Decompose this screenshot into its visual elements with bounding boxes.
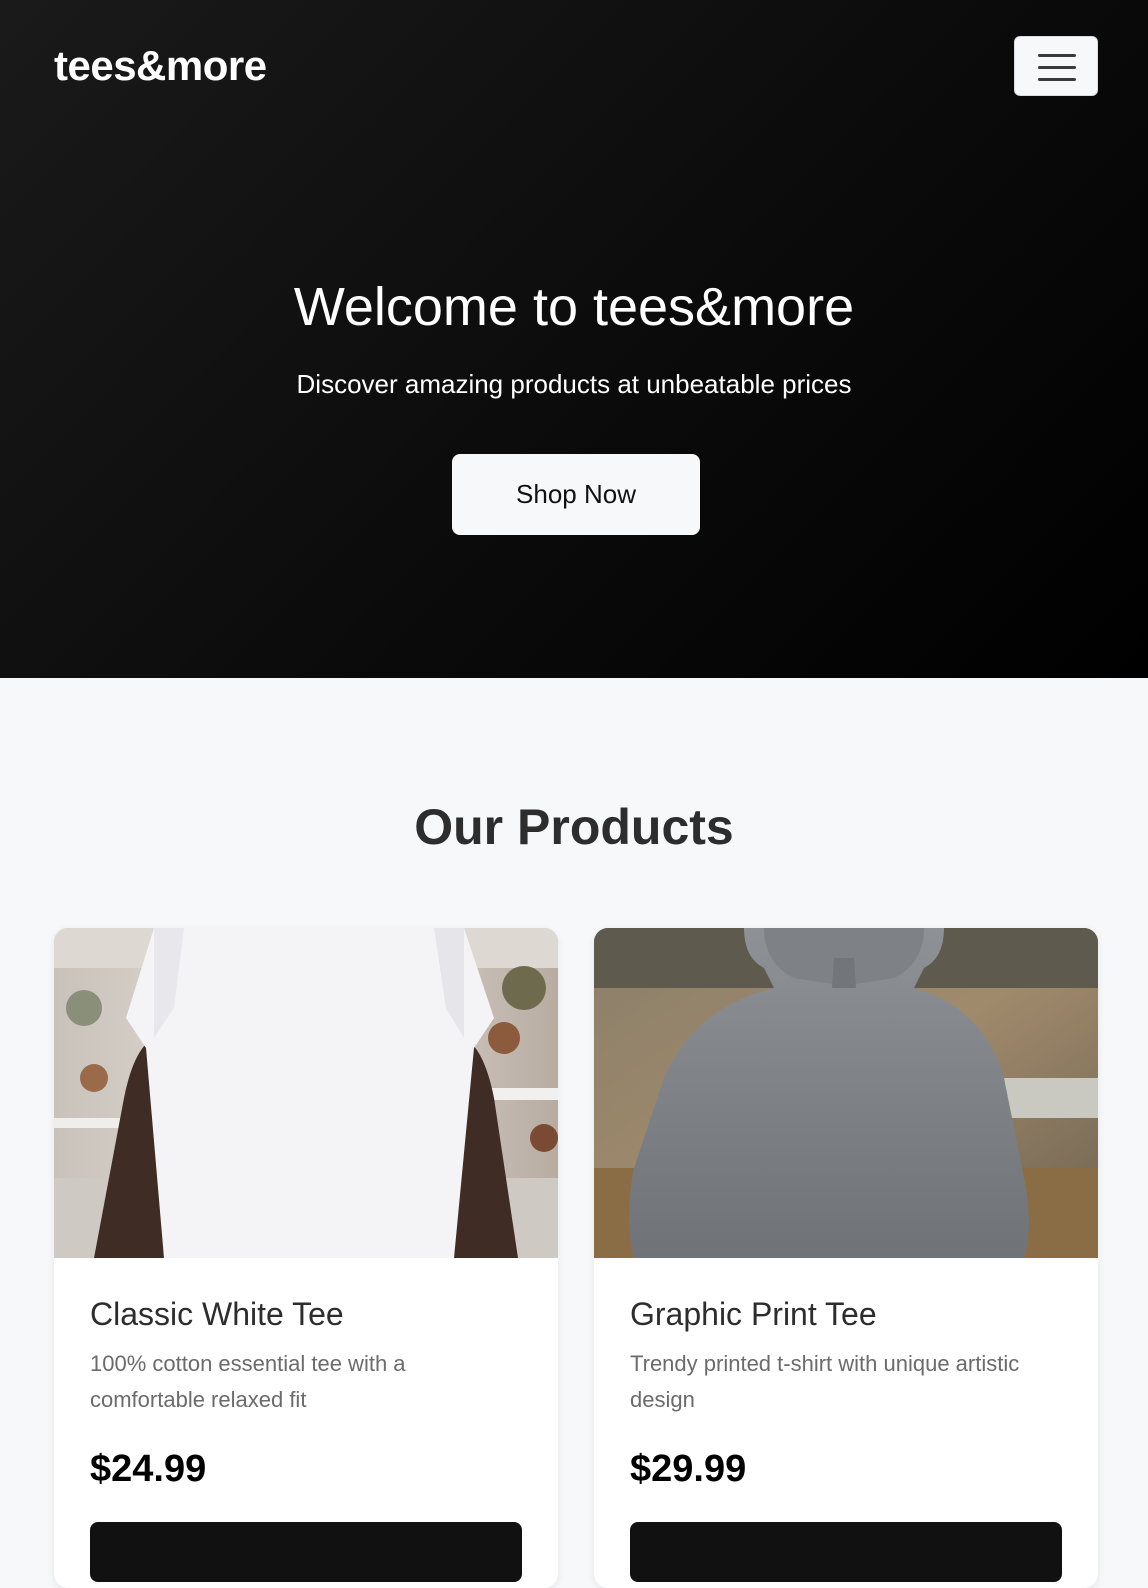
shop-now-button[interactable]: Shop Now [452, 454, 700, 535]
product-card-body: Graphic Print Tee Trendy printed t-shirt… [594, 1258, 1098, 1491]
product-image-white-tee[interactable] [54, 928, 558, 1258]
products-section: Our Products Classic White Tee 100% cott… [0, 678, 1148, 1588]
product-card[interactable]: Graphic Print Tee Trendy printed t-shirt… [594, 928, 1098, 1588]
add-to-cart-button[interactable] [90, 1522, 522, 1582]
navbar: tees&more [0, 0, 1148, 134]
hero-title: Welcome to tees&more [293, 277, 855, 337]
hero-section: tees&more Welcome to tees&more Discover … [0, 0, 1148, 678]
product-title: Classic White Tee [90, 1296, 344, 1332]
product-price: $29.99 [630, 1448, 747, 1490]
product-card-body: Classic White Tee 100% cotton essential … [54, 1258, 558, 1491]
product-title: Graphic Print Tee [630, 1296, 877, 1332]
product-card[interactable]: Classic White Tee 100% cotton essential … [54, 928, 558, 1588]
hero-subtitle: Discover amazing products at unbeatable … [296, 369, 852, 399]
section-title: Our Products [414, 799, 734, 855]
product-price: $24.99 [90, 1448, 207, 1490]
add-to-cart-button[interactable] [630, 1522, 1062, 1582]
product-description: 100% cotton essential tee with a comfort… [90, 1351, 406, 1412]
brand-logo[interactable]: tees&more [54, 42, 267, 90]
product-description: Trendy printed t-shirt with unique artis… [630, 1351, 1020, 1412]
product-image-graphic-tee[interactable] [594, 928, 1098, 1258]
menu-toggle-button[interactable] [1014, 36, 1098, 96]
